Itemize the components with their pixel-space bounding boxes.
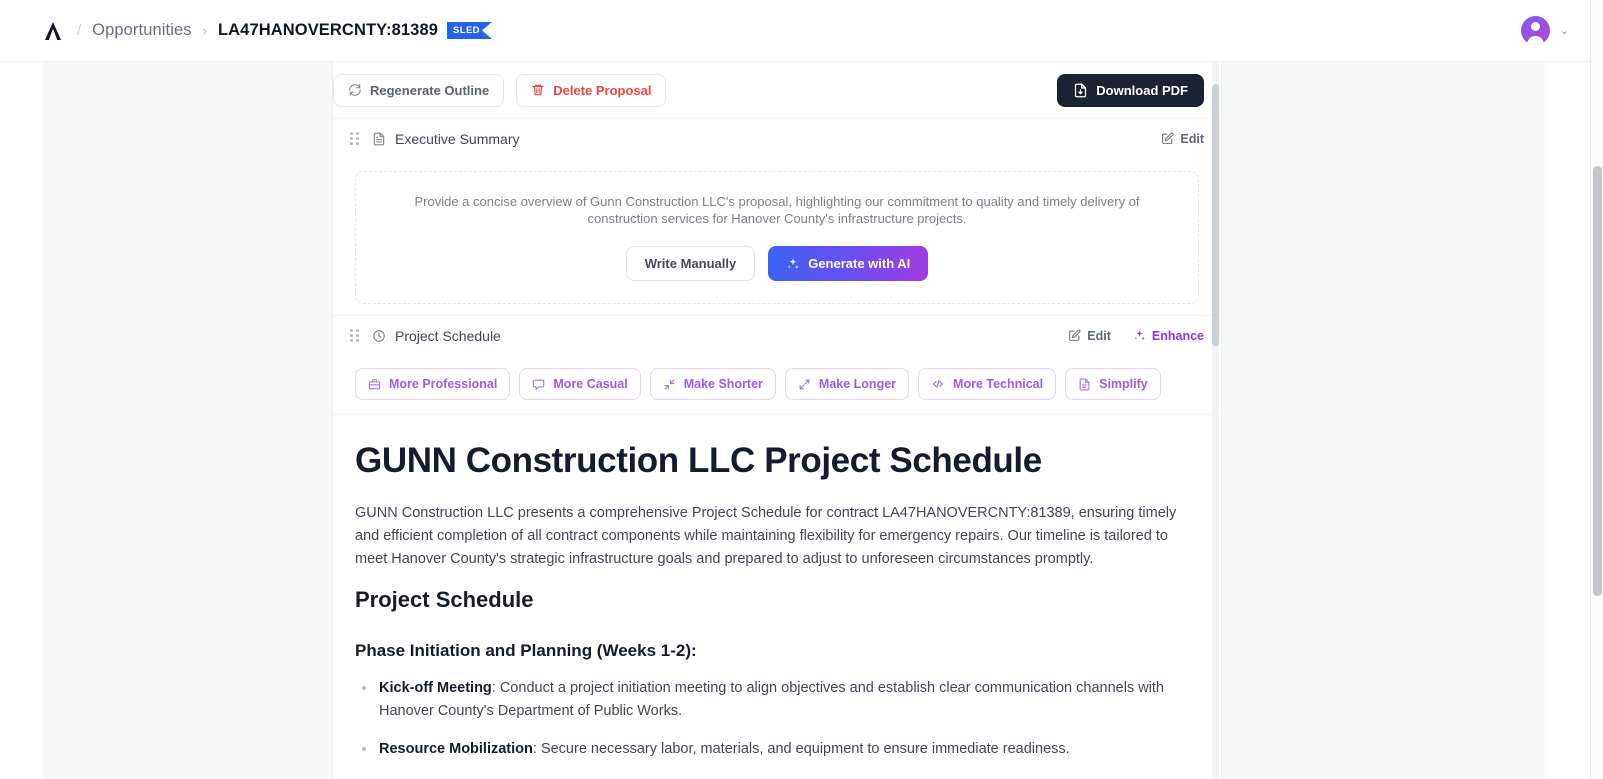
list-item: Resource Mobilization: Secure necessary … xyxy=(355,738,1199,761)
proposal-content: GUNN Construction LLC Project Schedule G… xyxy=(333,415,1221,779)
page-background: Regenerate Outline Delete Proposal Downl… xyxy=(42,62,1545,779)
avatar-head-shape xyxy=(1530,22,1540,31)
chip-label: Simplify xyxy=(1099,377,1148,391)
breadcrumb-separator: / xyxy=(77,22,82,39)
regenerate-outline-button[interactable]: Regenerate Outline xyxy=(333,73,505,107)
chip-label: More Casual xyxy=(553,377,628,391)
enhance-section-button[interactable]: Enhance xyxy=(1133,329,1204,343)
section-actions: Edit xyxy=(1161,132,1204,146)
trash-icon xyxy=(531,83,545,97)
enhance-tools-toolbar: More Professional More Casual Make Short… xyxy=(333,355,1221,415)
phase-initiation-heading: Phase Initiation and Planning (Weeks 1-2… xyxy=(355,640,697,660)
make-longer-button[interactable]: Make Longer xyxy=(784,368,910,400)
edit-section-button[interactable]: Edit xyxy=(1068,329,1111,343)
section-header-project-schedule[interactable]: Project Schedule Edit Enhance xyxy=(333,315,1221,355)
chip-label: More Technical xyxy=(953,377,1044,391)
bullet-term: Resource Mobilization xyxy=(379,740,533,757)
avatar[interactable] xyxy=(1520,16,1550,45)
generate-with-ai-label: Generate with AI xyxy=(808,256,911,271)
document-intro-paragraph: GUNN Construction LLC presents a compreh… xyxy=(355,505,1177,567)
clock-icon xyxy=(372,329,386,343)
write-manually-button[interactable]: Write Manually xyxy=(625,246,756,281)
document-title: GUNN Construction LLC Project Schedule xyxy=(355,441,1042,480)
more-casual-button[interactable]: More Casual xyxy=(519,368,641,400)
chevron-down-icon[interactable]: ⌄ xyxy=(1560,24,1569,37)
pencil-square-icon xyxy=(1068,329,1081,342)
delete-proposal-label: Delete Proposal xyxy=(553,82,652,98)
briefcase-icon xyxy=(368,378,381,391)
section-actions: Edit Enhance xyxy=(1068,329,1204,343)
list-item: Site Analysis and Preparation: Perform a… xyxy=(355,776,1199,779)
download-pdf-button[interactable]: Download PDF xyxy=(1057,73,1204,107)
section-header-executive-summary[interactable]: Executive Summary Edit xyxy=(333,118,1221,158)
avatar-body-shape xyxy=(1526,36,1544,45)
section-prompt-text: Provide a concise overview of Gunn Const… xyxy=(414,194,1140,226)
code-brackets-icon xyxy=(931,377,945,391)
section-title: Executive Summary xyxy=(395,130,520,147)
proposal-document-panel: Regenerate Outline Delete Proposal Downl… xyxy=(332,62,1222,779)
section-title: Project Schedule xyxy=(395,327,501,344)
arrows-expand-icon xyxy=(798,378,811,391)
edit-label: Edit xyxy=(1180,131,1204,146)
top-navigation-bar: / Opportunities › LA47HANOVERCNTY:81389 … xyxy=(0,0,1603,62)
sparkles-icon xyxy=(786,257,800,271)
chip-label: More Professional xyxy=(389,377,498,391)
download-pdf-label: Download PDF xyxy=(1096,82,1188,98)
file-download-icon xyxy=(1073,83,1088,98)
document-scrollbar-track[interactable] xyxy=(1212,62,1219,779)
enhance-label: Enhance xyxy=(1151,328,1204,343)
bullet-text: : Conduct a project initiation meeting t… xyxy=(379,679,1164,719)
list-item: Kick-off Meeting: Conduct a project init… xyxy=(355,677,1199,723)
make-shorter-button[interactable]: Make Shorter xyxy=(649,368,776,400)
breadcrumb-chevron-icon: › xyxy=(202,23,207,38)
document-icon xyxy=(1078,378,1091,391)
chip-label: Make Shorter xyxy=(683,377,763,391)
simplify-button[interactable]: Simplify xyxy=(1065,368,1161,400)
window-scrollbar-track[interactable] xyxy=(1590,0,1603,779)
drag-handle-icon[interactable] xyxy=(350,132,359,145)
delete-proposal-button[interactable]: Delete Proposal xyxy=(516,73,667,107)
sled-badge: SLED xyxy=(447,22,492,39)
lambda-logo-icon[interactable] xyxy=(40,18,66,44)
window-scrollbar-thumb[interactable] xyxy=(1593,166,1602,596)
chat-bubble-icon xyxy=(532,378,545,391)
drag-handle-icon[interactable] xyxy=(350,329,359,342)
document-scrollbar-thumb[interactable] xyxy=(1212,84,1219,346)
more-technical-button[interactable]: More Technical xyxy=(918,368,1057,400)
bullet-term: Kick-off Meeting xyxy=(379,679,492,696)
edit-section-button[interactable]: Edit xyxy=(1161,132,1204,146)
generate-with-ai-button[interactable]: Generate with AI xyxy=(768,246,929,281)
sparkles-icon xyxy=(1133,329,1146,342)
empty-state-actions: Write Manually Generate with AI xyxy=(386,246,1168,281)
proposal-action-toolbar: Regenerate Outline Delete Proposal Downl… xyxy=(333,62,1221,118)
pencil-square-icon xyxy=(1161,132,1174,145)
regenerate-outline-label: Regenerate Outline xyxy=(370,82,490,98)
document-icon xyxy=(372,132,386,146)
bullet-text: : Secure necessary labor, materials, and… xyxy=(532,740,1070,757)
edit-label: Edit xyxy=(1087,328,1111,343)
user-menu[interactable]: ⌄ xyxy=(1520,16,1569,45)
more-professional-button[interactable]: More Professional xyxy=(355,368,511,400)
breadcrumb-current-page: LA47HANOVERCNTY:81389 xyxy=(217,21,438,39)
refresh-icon xyxy=(348,83,362,97)
chip-label: Make Longer xyxy=(818,377,897,391)
arrows-shrink-icon xyxy=(663,378,676,391)
executive-summary-empty-state: Provide a concise overview of Gunn Const… xyxy=(355,171,1199,304)
phase-initiation-bullet-list: Kick-off Meeting: Conduct a project init… xyxy=(355,677,1199,779)
document-section-heading: Project Schedule xyxy=(355,586,534,612)
breadcrumb-opportunities-link[interactable]: Opportunities xyxy=(92,21,191,40)
